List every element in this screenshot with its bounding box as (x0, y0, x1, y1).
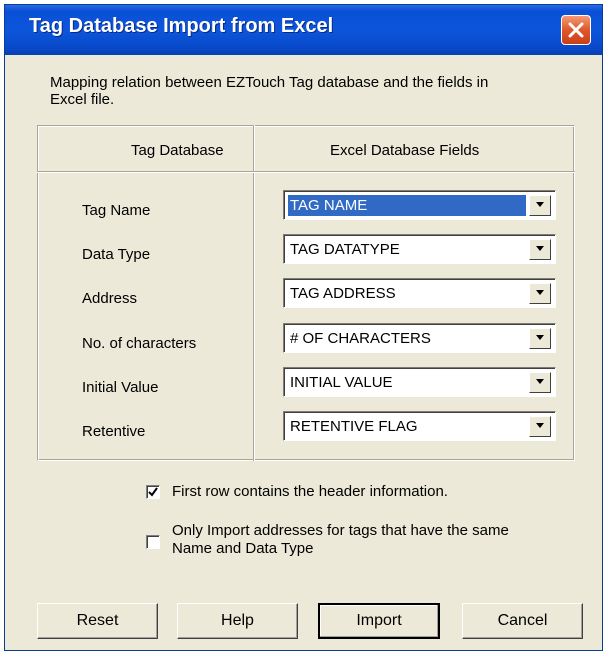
only-import-same-label-line-1: Only Import addresses for tags that have… (172, 522, 509, 539)
column-divider (253, 125, 255, 461)
window-title: Tag Database Import from Excel (29, 15, 334, 37)
header-divider (37, 171, 575, 173)
dropdown-button[interactable] (529, 328, 551, 349)
description-line-1: Mapping relation between EZTouch Tag dat… (50, 74, 489, 91)
first-row-header-label[interactable]: First row contains the header informatio… (172, 483, 448, 501)
close-button[interactable] (561, 15, 591, 45)
dropdown-button[interactable] (529, 239, 551, 260)
combo-value: # OF CHARACTERS (290, 330, 431, 347)
tag-name-select[interactable]: TAG NAME (283, 190, 556, 220)
dropdown-button[interactable] (529, 372, 551, 393)
description-text: Mapping relation between EZTouch Tag dat… (50, 74, 570, 108)
combo-value: RETENTIVE FLAG (290, 418, 418, 435)
dropdown-button[interactable] (529, 283, 551, 304)
first-row-header-checkbox[interactable] (146, 485, 160, 499)
chevron-down-icon (536, 423, 544, 428)
retentive-select[interactable]: RETENTIVE FLAG (283, 411, 556, 441)
initial-value-select[interactable]: INITIAL VALUE (283, 367, 556, 397)
combo-value: INITIAL VALUE (290, 374, 393, 391)
only-import-same-label[interactable]: Only Import addresses for tags that have… (172, 522, 509, 558)
chevron-down-icon (536, 202, 544, 207)
combo-value: TAG ADDRESS (290, 285, 396, 302)
only-import-same-label-line-2: Name and Data Type (172, 540, 314, 557)
description-line-2: Excel file. (50, 91, 115, 108)
chevron-down-icon (536, 379, 544, 384)
combo-value: TAG DATATYPE (290, 241, 400, 258)
no-of-characters-select[interactable]: # OF CHARACTERS (283, 323, 556, 353)
column-header-tag-database: Tag Database (131, 142, 224, 159)
reset-button[interactable]: Reset (37, 603, 158, 639)
chevron-down-icon (536, 335, 544, 340)
import-button[interactable]: Import (318, 603, 440, 639)
row-label-retentive: Retentive (82, 423, 146, 440)
checkmark-icon (148, 487, 158, 497)
column-header-excel-fields: Excel Database Fields (330, 142, 480, 159)
data-type-select[interactable]: TAG DATATYPE (283, 234, 556, 264)
help-button[interactable]: Help (177, 603, 298, 639)
row-label-no-of-characters: No. of characters (82, 335, 197, 352)
address-select[interactable]: TAG ADDRESS (283, 278, 556, 308)
row-label-tag-name: Tag Name (82, 202, 151, 219)
dropdown-button[interactable] (529, 416, 551, 437)
row-label-data-type: Data Type (82, 246, 151, 263)
chevron-down-icon (536, 290, 544, 295)
row-label-address: Address (82, 290, 138, 307)
row-label-initial-value: Initial Value (82, 379, 159, 396)
chevron-down-icon (536, 246, 544, 251)
cancel-button[interactable]: Cancel (462, 603, 583, 639)
combo-value: TAG NAME (288, 195, 526, 216)
dropdown-button[interactable] (529, 195, 551, 216)
only-import-same-checkbox[interactable] (146, 535, 160, 549)
title-bar[interactable]: Tag Database Import from Excel (5, 5, 602, 55)
close-x-icon (568, 22, 584, 38)
